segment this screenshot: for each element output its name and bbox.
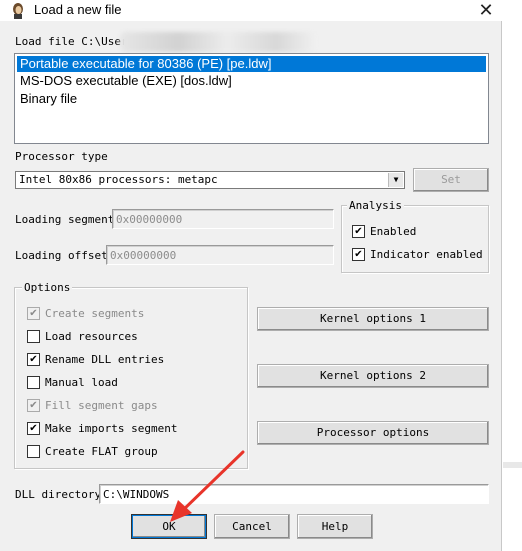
analysis-group bbox=[341, 205, 489, 273]
options-legend: Options bbox=[22, 281, 73, 294]
loading-segment-field[interactable]: 0x00000000 bbox=[112, 209, 334, 229]
dll-directory-value: C:\WINDOWS bbox=[103, 488, 170, 501]
load-file-dialog: Load a new file ✕ Load file C:\User. Por… bbox=[0, 0, 502, 551]
set-button[interactable]: Set bbox=[413, 168, 489, 192]
processor-type-value: Intel 80x86 processors: metapc bbox=[19, 173, 218, 186]
checkbox-unchecked-icon[interactable] bbox=[27, 445, 40, 458]
list-item[interactable]: Portable executable for 80386 (PE) [pe.l… bbox=[17, 56, 486, 72]
checkbox-unchecked-icon[interactable] bbox=[27, 330, 40, 343]
loading-offset-field[interactable]: 0x00000000 bbox=[106, 245, 334, 265]
help-button[interactable]: Help bbox=[297, 514, 373, 539]
loading-offset-label: Loading offset bbox=[15, 249, 108, 262]
checkbox-label: Rename DLL entries bbox=[45, 353, 165, 366]
checkbox-label: Create FLAT group bbox=[45, 445, 158, 458]
checkbox-label: Load resources bbox=[45, 330, 138, 343]
processor-type-label: Processor type bbox=[15, 150, 108, 163]
window-title: Load a new file bbox=[34, 2, 122, 17]
loading-segment-label: Loading segment bbox=[15, 213, 115, 226]
checkbox-checked-icon[interactable]: ✔ bbox=[352, 225, 365, 238]
list-item[interactable]: MS-DOS executable (EXE) [dos.ldw] bbox=[17, 73, 232, 89]
list-item[interactable]: Binary file bbox=[17, 91, 77, 107]
title-bar: Load a new file ✕ bbox=[0, 0, 502, 21]
load-file-label: Load file C:\User. bbox=[15, 35, 135, 48]
dll-directory-label: DLL directory bbox=[15, 488, 102, 501]
ok-button[interactable]: OK bbox=[131, 514, 207, 539]
ida-app-icon bbox=[13, 3, 23, 19]
redacted-path bbox=[120, 32, 315, 52]
loading-offset-value: 0x00000000 bbox=[110, 249, 177, 262]
loading-segment-value: 0x00000000 bbox=[116, 213, 183, 226]
checkbox-checked-icon[interactable]: ✔ bbox=[27, 353, 40, 366]
checkbox-checked-icon[interactable]: ✔ bbox=[27, 307, 40, 320]
checkbox-label: Manual load bbox=[45, 376, 118, 389]
processor-options-button[interactable]: Processor options bbox=[257, 421, 489, 445]
checkbox-label: Make imports segment bbox=[45, 422, 178, 435]
close-icon[interactable]: ✕ bbox=[472, 0, 500, 21]
checkbox-checked-icon[interactable]: ✔ bbox=[27, 422, 40, 435]
checkbox-checked-icon[interactable]: ✔ bbox=[352, 248, 365, 261]
checkbox-label: Enabled bbox=[370, 225, 417, 238]
kernel-options-2-button[interactable]: Kernel options 2 bbox=[257, 364, 489, 388]
dll-directory-field[interactable]: C:\WINDOWS bbox=[99, 484, 489, 504]
background-window-edge bbox=[503, 0, 522, 551]
checkbox-label: Create segments bbox=[45, 307, 145, 320]
chevron-down-icon[interactable]: ▼ bbox=[388, 173, 403, 187]
background-divider bbox=[503, 462, 522, 468]
checkbox-label: Indicator enabled bbox=[370, 248, 483, 261]
checkbox-label: Fill segment gaps bbox=[45, 399, 158, 412]
cancel-button[interactable]: Cancel bbox=[214, 514, 290, 539]
checkbox-checked-icon[interactable]: ✔ bbox=[27, 399, 40, 412]
processor-type-select[interactable]: Intel 80x86 processors: metapc ▼ bbox=[15, 171, 405, 189]
kernel-options-1-button[interactable]: Kernel options 1 bbox=[257, 307, 489, 331]
file-type-list[interactable]: Portable executable for 80386 (PE) [pe.l… bbox=[14, 53, 489, 144]
analysis-legend: Analysis bbox=[347, 199, 404, 212]
checkbox-unchecked-icon[interactable] bbox=[27, 376, 40, 389]
